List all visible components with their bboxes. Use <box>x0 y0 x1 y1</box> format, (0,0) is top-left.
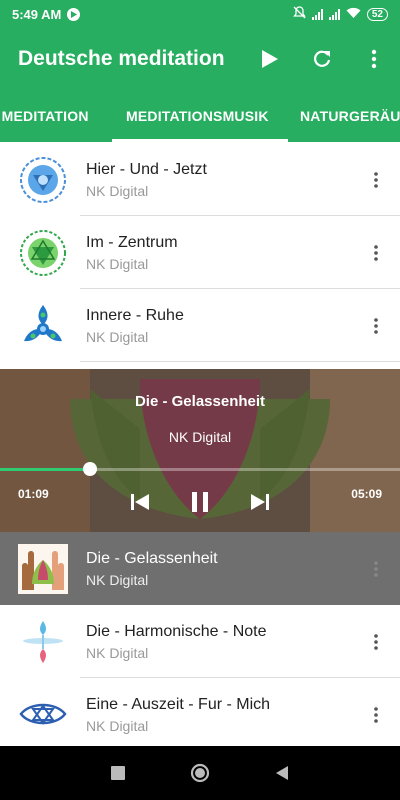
chakra-thumbnail <box>16 226 70 280</box>
track-title: Eine - Auszeit - Fur - Mich <box>86 695 271 713</box>
tab-meditationsmusik[interactable]: MEDITATIONSMUSIK <box>126 90 269 142</box>
app-bar: Deutsche meditation <box>0 28 400 90</box>
more-vert-icon <box>374 317 378 334</box>
now-playing-artist: NK Digital <box>168 429 232 445</box>
now-playing-panel: Die - Gelassenheit NK Digital 01:09 05:0… <box>0 369 400 532</box>
tab-naturgeraeusche[interactable]: NATURGERÄU <box>300 90 400 142</box>
skip-next-icon <box>251 494 269 510</box>
playback-controls <box>0 485 400 519</box>
more-vert-icon <box>374 706 378 723</box>
track-more-button[interactable] <box>352 545 400 593</box>
more-vert-icon <box>371 49 377 69</box>
more-vert-icon <box>374 633 378 650</box>
track-artist: NK Digital <box>86 255 149 272</box>
more-vert-icon <box>374 244 378 261</box>
track-title: Die - Harmonische - Note <box>86 622 267 640</box>
chakra-thumbnail <box>16 688 70 742</box>
now-playing-title: Die - Gelassenheit <box>134 393 266 410</box>
track-more-button[interactable] <box>352 156 400 204</box>
track-artist: NK Digital <box>86 644 149 661</box>
system-nav-bar <box>0 746 400 800</box>
play-icon <box>262 50 278 68</box>
next-button[interactable] <box>243 485 277 519</box>
play-button[interactable] <box>244 28 296 90</box>
track-more-button[interactable] <box>352 618 400 666</box>
media-playing-icon <box>67 7 81 21</box>
chakra-thumbnail <box>16 153 70 207</box>
divider <box>80 361 400 362</box>
track-artist: NK Digital <box>86 571 149 588</box>
signal-icon-1 <box>311 8 323 20</box>
tab-meditation[interactable]: E MEDITATION <box>0 90 89 142</box>
signal-icon-2 <box>328 8 340 20</box>
wifi-icon <box>346 7 361 22</box>
refresh-icon <box>314 50 331 67</box>
battery-icon: 52 <box>366 7 388 21</box>
seek-bar[interactable] <box>0 468 400 471</box>
app-title: Deutsche meditation <box>18 47 225 70</box>
tab-active-indicator <box>112 139 288 142</box>
list-item[interactable]: Eine - Auszeit - Fur - Mich NK Digital <box>0 678 400 751</box>
overflow-menu-button[interactable] <box>348 28 400 90</box>
back-button[interactable] <box>241 746 323 800</box>
list-item[interactable]: Die - Harmonische - Note NK Digital <box>0 605 400 678</box>
more-vert-icon <box>374 171 378 188</box>
track-title: Im - Zentrum <box>86 233 178 251</box>
track-title: Hier - Und - Jetzt <box>86 160 207 178</box>
pause-icon <box>192 492 208 512</box>
home-icon <box>190 763 210 783</box>
list-item-active[interactable]: Die - Gelassenheit NK Digital <box>0 532 400 605</box>
previous-button[interactable] <box>123 485 157 519</box>
status-bar: 5:49 AM 52 <box>0 0 400 28</box>
track-artist: NK Digital <box>86 328 149 345</box>
list-item[interactable]: Innere - Ruhe NK Digital <box>0 289 400 362</box>
track-more-button[interactable] <box>352 691 400 739</box>
hands-thumbnail <box>16 542 70 596</box>
seek-bar-progress <box>0 468 90 471</box>
home-button[interactable] <box>159 746 241 800</box>
skip-previous-icon <box>131 494 149 510</box>
refresh-button[interactable] <box>296 28 348 90</box>
back-icon <box>276 766 288 780</box>
more-vert-icon <box>374 560 378 577</box>
track-artist: NK Digital <box>86 717 149 734</box>
seek-bar-thumb[interactable] <box>83 462 97 476</box>
list-item[interactable]: Hier - Und - Jetzt NK Digital <box>0 143 400 216</box>
list-item[interactable]: Im - Zentrum NK Digital <box>0 216 400 289</box>
track-title: Die - Gelassenheit <box>86 549 218 567</box>
track-more-button[interactable] <box>352 229 400 277</box>
track-more-button[interactable] <box>352 302 400 350</box>
recents-icon <box>111 766 125 780</box>
pause-button[interactable] <box>183 485 217 519</box>
track-title: Innere - Ruhe <box>86 306 184 324</box>
harmony-thumbnail <box>16 615 70 669</box>
track-artist: NK Digital <box>86 182 149 199</box>
mute-icon <box>293 6 306 22</box>
chakra-thumbnail <box>16 299 70 353</box>
tab-bar: E MEDITATION MEDITATIONSMUSIK NATURGERÄU <box>0 90 400 142</box>
recents-button[interactable] <box>77 746 159 800</box>
status-time: 5:49 AM <box>12 6 62 22</box>
